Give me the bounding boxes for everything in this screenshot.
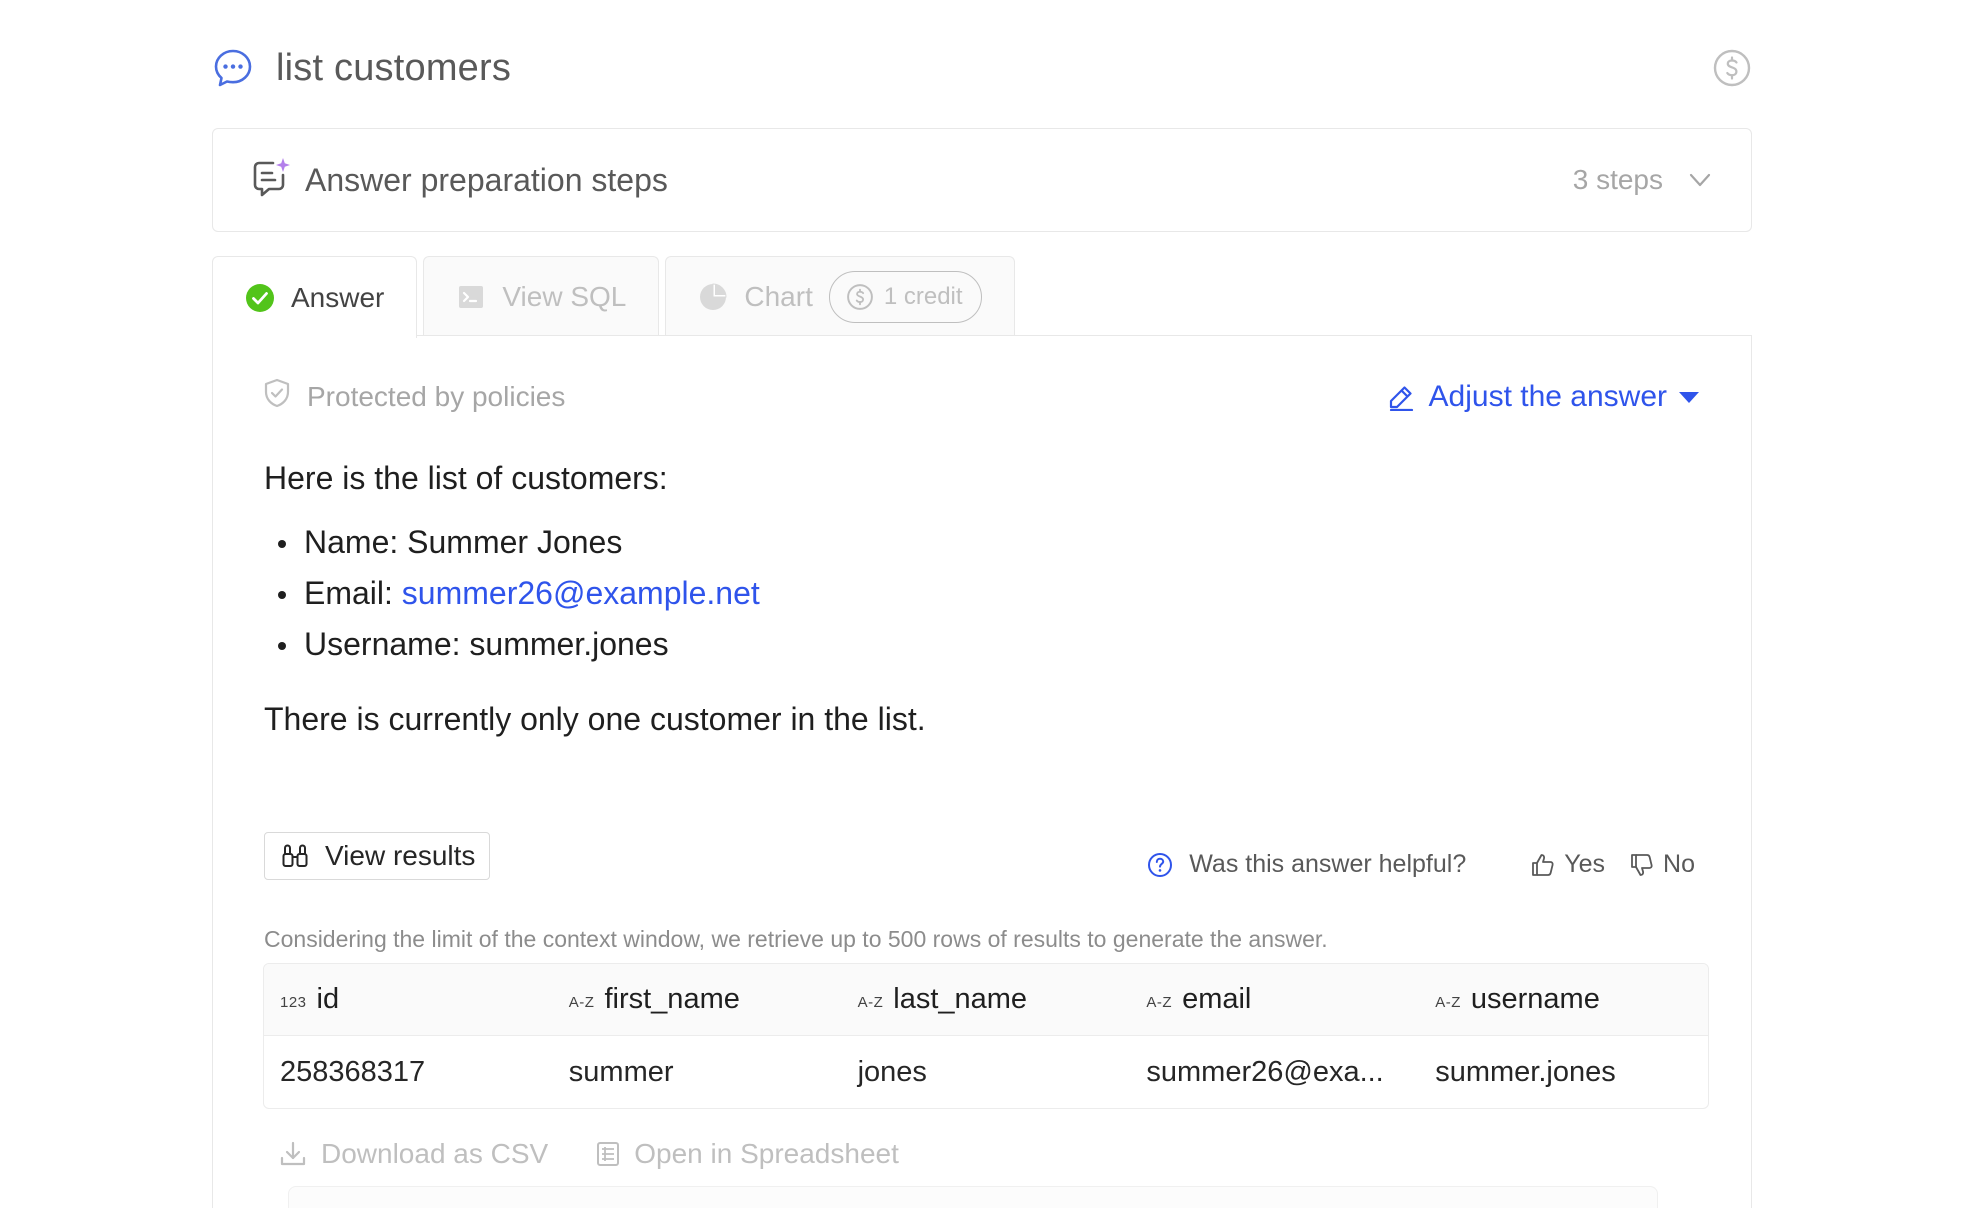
steps-count: 3 steps [1572, 164, 1663, 195]
column-name: email [1182, 983, 1252, 1015]
dollar-circle-icon[interactable] [1712, 48, 1752, 88]
view-results-button[interactable]: View results [264, 832, 491, 880]
credit-label: 1 credit [883, 282, 963, 310]
table-cell: summer26@exa... [1146, 1055, 1384, 1088]
text-type-icon: A-Z [568, 994, 595, 1011]
tab-chart[interactable]: Chart 1 credit [665, 256, 1015, 336]
tab-label: Chart [744, 280, 813, 312]
policy-label: Protected by policies [307, 380, 566, 412]
username-value: summer.jones [469, 626, 669, 662]
open-spreadsheet-button[interactable]: Open in Spreadsheet [596, 1138, 899, 1170]
text-type-icon: A-Z [1146, 994, 1173, 1011]
page-title: list customers [276, 46, 512, 89]
tab-label: View SQL [502, 280, 627, 312]
thumbs-up-icon [1532, 853, 1554, 876]
table-cell: summer.jones [1435, 1055, 1616, 1088]
helpful-question-label: Was this answer helpful? [1189, 850, 1467, 878]
terminal-icon [456, 282, 486, 312]
column-header-email[interactable]: A-Z email [1130, 983, 1419, 1016]
question-circle-icon [1148, 852, 1173, 877]
steps-title: Answer preparation steps [305, 161, 668, 198]
list-item: Name: Summer Jones [264, 522, 1664, 573]
column-name: last_name [893, 983, 1028, 1015]
list-item: Username: summer.jones [264, 624, 1664, 675]
caret-down-icon [1679, 391, 1699, 403]
view-results-label: View results [325, 840, 476, 871]
yes-label: Yes [1564, 850, 1606, 878]
helpful-question: Was this answer helpful? [1147, 850, 1466, 879]
answer-tabs: Answer View SQL Chart 1 credit [212, 256, 1021, 338]
spreadsheet-icon [597, 1142, 620, 1166]
check-circle-icon [245, 283, 275, 313]
tab-answer[interactable]: Answer [212, 256, 418, 338]
adjust-answer-dropdown[interactable]: Adjust the answer [1387, 380, 1699, 414]
credit-badge: 1 credit [828, 270, 982, 323]
table-actions: Download as CSV Open in Spreadsheet [279, 1138, 947, 1170]
tab-view-sql[interactable]: View SQL [423, 256, 660, 336]
table-cell: jones [857, 1055, 927, 1088]
binoculars-icon [282, 844, 308, 867]
follow-up-input-area[interactable] [288, 1186, 1658, 1208]
no-label: No [1663, 850, 1695, 878]
answer-intro: Here is the list of customers: [264, 460, 668, 496]
answer-conclusion: There is currently only one customer in … [264, 701, 926, 737]
results-table: 123 id A-Z first_name A-Z last_name A-Z … [263, 963, 1709, 1109]
username-label: Username: [304, 626, 461, 662]
download-icon [280, 1141, 306, 1166]
column-name: first_name [604, 983, 740, 1015]
feedback-bar: Was this answer helpful? Yes No [1147, 850, 1695, 879]
open-spreadsheet-label: Open in Spreadsheet [634, 1138, 899, 1169]
pie-chart-icon [698, 282, 728, 312]
sparkle-message-icon [251, 157, 291, 204]
helpful-yes-button[interactable]: Yes [1530, 850, 1605, 879]
text-type-icon: A-Z [1435, 994, 1461, 1011]
column-name: username [1470, 983, 1600, 1015]
column-name: id [316, 983, 340, 1015]
list-item: Email: summer26@example.net [264, 573, 1664, 624]
answer-content-panel: Protected by policies Adjust the answer … [212, 335, 1752, 1208]
text-type-icon: A-Z [857, 994, 884, 1011]
table-cell: summer [568, 1055, 674, 1088]
table-header-row: 123 id A-Z first_name A-Z last_name A-Z … [264, 964, 1708, 1036]
chevron-down-icon[interactable] [1687, 167, 1713, 193]
chat-bubble-icon [212, 47, 254, 89]
name-label: Name: [304, 524, 399, 560]
tab-label: Answer [291, 281, 385, 313]
context-limit-note: Considering the limit of the context win… [264, 926, 1328, 952]
table-cell: 258368317 [280, 1055, 426, 1088]
policy-notice: Protected by policies [263, 378, 565, 415]
adjust-answer-label: Adjust the answer [1428, 380, 1667, 413]
edit-icon [1389, 386, 1413, 411]
column-header-first-name[interactable]: A-Z first_name [553, 983, 842, 1016]
answer-body: Here is the list of customers: Name: Sum… [264, 458, 1664, 739]
table-row: 258368317 summer jones summer26@exa... s… [264, 1036, 1708, 1108]
customer-details-list: Name: Summer Jones Email: summer26@examp… [264, 522, 1664, 675]
email-link[interactable]: summer26@example.net [402, 575, 760, 611]
answer-preparation-steps-panel[interactable]: Answer preparation steps 3 steps [212, 128, 1752, 232]
helpful-no-button[interactable]: No [1629, 850, 1695, 879]
column-header-last-name[interactable]: A-Z last_name [842, 983, 1131, 1016]
download-csv-label: Download as CSV [321, 1138, 549, 1169]
page-header: list customers [212, 44, 1752, 92]
column-header-username[interactable]: A-Z username [1419, 983, 1708, 1016]
column-header-id[interactable]: 123 id [264, 983, 553, 1016]
page: list customers Answer preparation steps … [0, 0, 1970, 1208]
dollar-circle-icon [846, 283, 873, 310]
download-csv-button[interactable]: Download as CSV [279, 1138, 548, 1170]
name-value: Summer Jones [407, 524, 623, 560]
number-type-icon: 123 [280, 994, 307, 1011]
shield-check-icon [263, 378, 307, 415]
thumbs-down-icon [1631, 853, 1653, 876]
email-label: Email: [304, 575, 393, 611]
